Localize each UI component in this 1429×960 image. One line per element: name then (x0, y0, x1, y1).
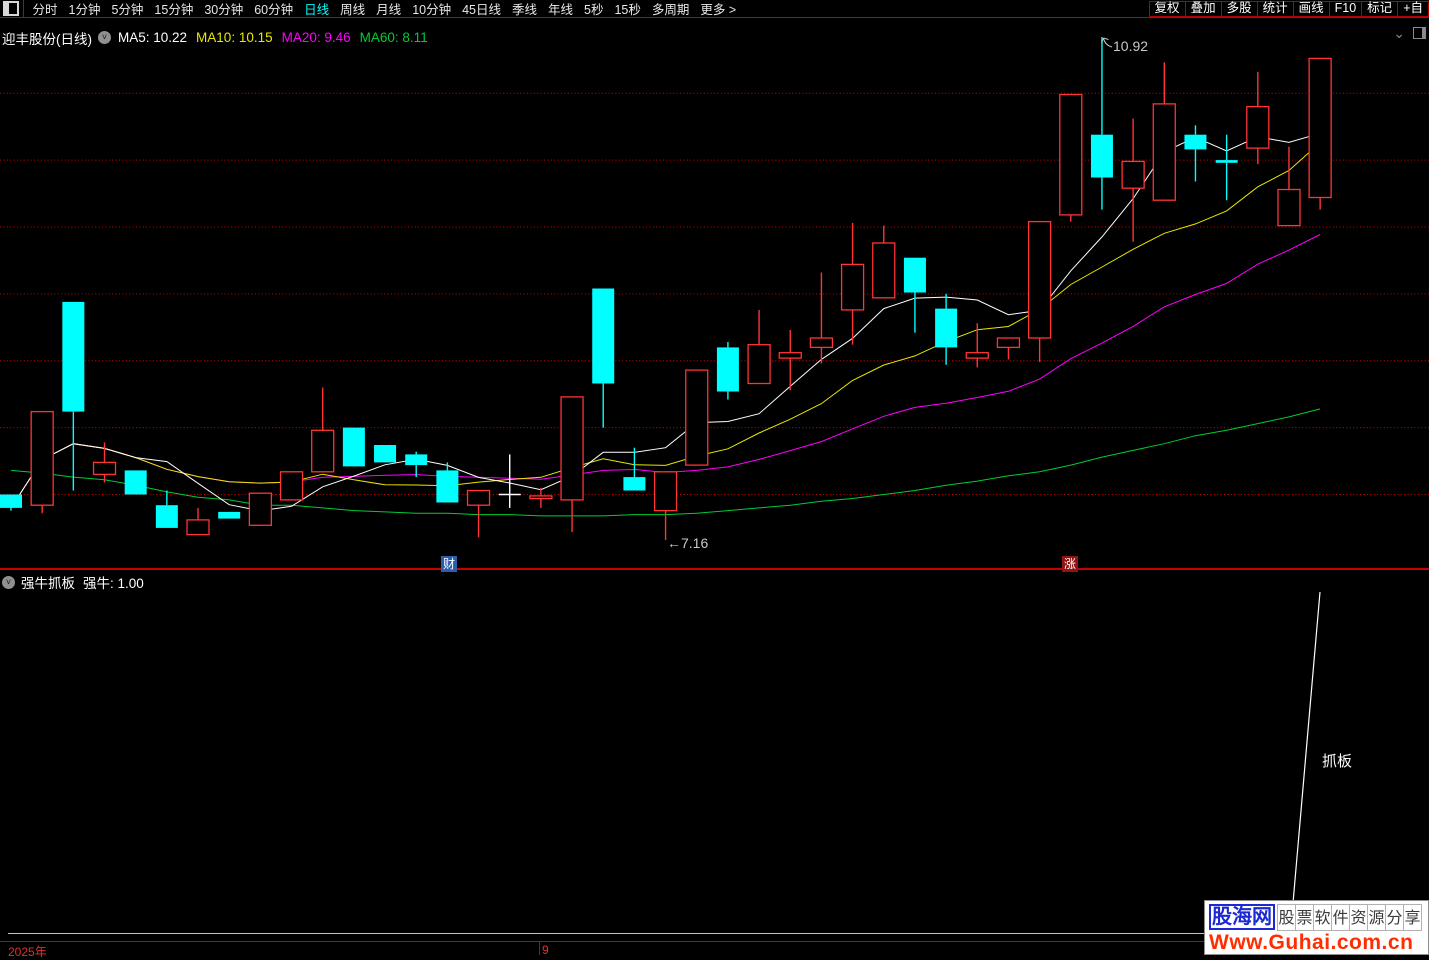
watermark-tagline: 股票软件资源分享 (1277, 903, 1422, 931)
candle (1027, 220, 1052, 363)
period-tab-45日线[interactable]: 45日线 (457, 0, 507, 18)
toolbar-button-统计[interactable]: 统计 (1256, 0, 1294, 17)
candle (747, 309, 771, 385)
toolbar-button-画线[interactable]: 画线 (1292, 0, 1330, 17)
candle (1184, 125, 1207, 182)
watermark-tagline-char: 源 (1367, 903, 1386, 931)
candle (124, 470, 147, 495)
watermark-tagline-char: 票 (1295, 903, 1314, 931)
period-tab-更多[interactable]: 更多 > (695, 0, 742, 18)
candle (685, 369, 709, 466)
toolbar-button-F10[interactable]: F10 (1328, 0, 1363, 17)
candle (1059, 93, 1083, 222)
period-tab-5分钟[interactable]: 5分钟 (106, 0, 149, 18)
candle (809, 272, 834, 364)
watermark-tagline-char: 资 (1349, 903, 1368, 931)
subpanel-header: ˅ 强牛抓板 强牛: 1.00 (2, 572, 144, 592)
candle (716, 342, 739, 400)
candle (623, 447, 646, 491)
toolbar-button-多股[interactable]: 多股 (1220, 0, 1258, 17)
candle (778, 330, 802, 391)
candle (1215, 134, 1238, 201)
toolbar-separator (23, 0, 24, 17)
period-tab-30分钟[interactable]: 30分钟 (199, 0, 249, 18)
candle (1090, 37, 1113, 210)
watermark-tagline-char: 股 (1277, 903, 1296, 931)
candle (279, 471, 304, 501)
candle (903, 257, 926, 333)
candle (560, 396, 584, 532)
candle (30, 410, 54, 514)
period-tabs: 分时 1分钟 5分钟 15分钟 30分钟 60分钟 日线 周线 月线 10分钟 45日线 季线 年线 5秒… (27, 0, 742, 18)
candle (1277, 146, 1301, 227)
period-tab-60分钟[interactable]: 60分钟 (249, 0, 299, 18)
candle (186, 507, 210, 536)
candle (1152, 62, 1176, 201)
candle (996, 337, 1021, 360)
period-tab-季线[interactable]: 季线 (507, 0, 543, 18)
candle (872, 225, 896, 299)
indicator-value: 强牛: 1.00 (83, 576, 144, 591)
toolbar-button-叠加[interactable]: 叠加 (1184, 0, 1222, 17)
candle (1246, 71, 1270, 165)
candle (218, 511, 241, 519)
period-tab-15分钟[interactable]: 15分钟 (149, 0, 199, 18)
top-toolbar: 分时 1分钟 5分钟 15分钟 30分钟 60分钟 日线 周线 月线 10分钟 45日线 季线 年线 5秒… (0, 0, 1429, 18)
high-price-annotation: 10.92 (1113, 38, 1148, 54)
watermark-site-name: 股海网 (1209, 904, 1275, 930)
watermark-tagline-char: 件 (1331, 903, 1350, 931)
period-tab-5秒[interactable]: 5秒 (579, 0, 609, 18)
candle (1308, 57, 1332, 210)
period-tab-年线[interactable]: 年线 (543, 0, 579, 18)
period-tab-10分钟[interactable]: 10分钟 (407, 0, 457, 18)
period-tab-分时[interactable]: 分时 (27, 0, 63, 18)
toolbar-button-复权[interactable]: 复权 (1148, 0, 1186, 17)
period-tab-15秒[interactable]: 15秒 (609, 0, 646, 18)
axis-month-tick (539, 941, 540, 955)
candle (592, 288, 615, 428)
candle (374, 445, 397, 463)
candle (248, 492, 273, 526)
candle (0, 494, 22, 511)
signal-label: 抓板 (1322, 753, 1353, 770)
toolbar-right-buttons: 复权 叠加 多股 统计 画线 F10 标记 +自 (1148, 0, 1429, 17)
period-tab-1分钟[interactable]: 1分钟 (63, 0, 106, 18)
candle (405, 451, 428, 478)
low-price-annotation: ←7.16 (667, 535, 708, 551)
period-tab-月线[interactable]: 月线 (371, 0, 407, 18)
watermark: 股海网 股票软件资源分享 Www.Guhai.com.cn (1204, 900, 1429, 955)
indicator-name: 强牛抓板 (21, 576, 75, 591)
event-badge-财[interactable]: 财 (441, 556, 457, 572)
panel-divider[interactable] (0, 568, 1429, 570)
watermark-tagline-char: 享 (1403, 903, 1422, 931)
candle (653, 471, 678, 540)
period-tab-日线[interactable]: 日线 (299, 0, 335, 18)
window-layout-icon[interactable] (3, 1, 19, 16)
period-tab-周线[interactable]: 周线 (335, 0, 371, 18)
watermark-url: Www.Guhai.com.cn (1209, 931, 1414, 954)
indicator-chart[interactable] (0, 590, 1429, 934)
candle (935, 293, 958, 365)
candle (840, 223, 865, 345)
watermark-tagline-char: 分 (1385, 903, 1404, 931)
candle (311, 387, 335, 473)
candle (342, 427, 365, 467)
axis-year-label: 2025年 (8, 945, 47, 959)
toolbar-button-标记[interactable]: 标记 (1361, 0, 1399, 17)
signal-line (1292, 591, 1321, 904)
main-kline-chart[interactable]: 10.92 ←7.16 (0, 18, 1429, 570)
candle (529, 487, 553, 508)
candle (155, 490, 178, 528)
period-tab-多周期[interactable]: 多周期 (646, 0, 695, 18)
watermark-tagline-char: 软 (1313, 903, 1332, 931)
event-badge-涨[interactable]: 涨 (1062, 556, 1078, 572)
candle (62, 301, 85, 491)
candle (1121, 118, 1145, 242)
toolbar-button-自[interactable]: +自 (1397, 0, 1429, 17)
candle (92, 442, 117, 483)
collapse-indicator-icon[interactable]: ˅ (2, 575, 15, 589)
